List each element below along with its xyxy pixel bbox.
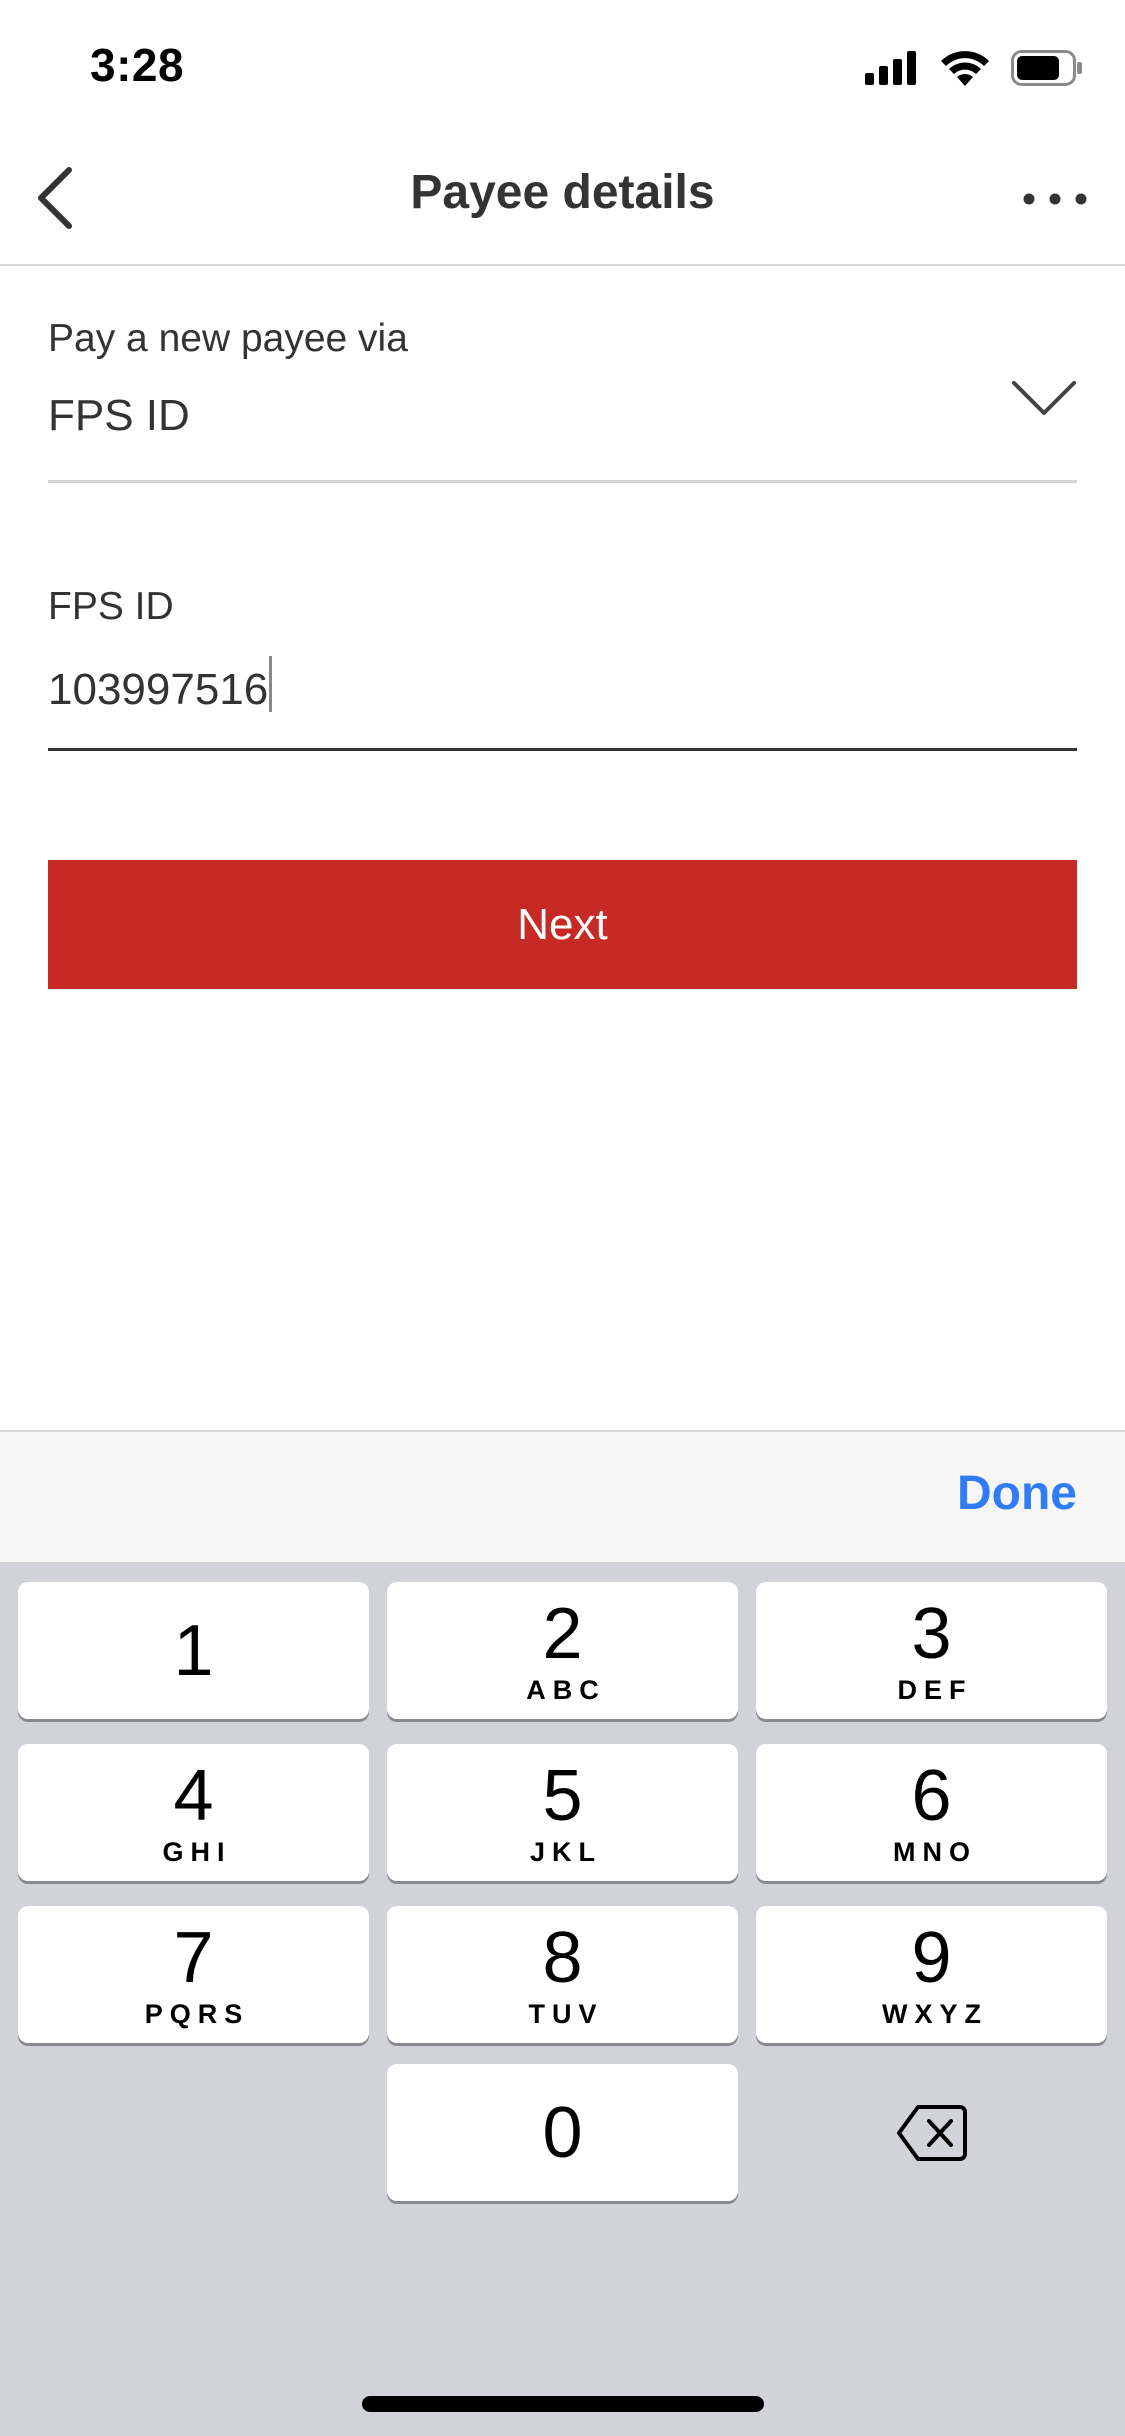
fps-id-label: FPS ID	[48, 585, 174, 628]
battery-icon	[1011, 50, 1082, 86]
key-digit: 0	[542, 2092, 583, 2173]
next-button[interactable]: Next	[48, 860, 1077, 989]
done-button[interactable]: Done	[957, 1466, 1077, 1521]
key-0[interactable]: 0	[387, 2064, 738, 2201]
key-digit: 8	[542, 1918, 583, 1998]
key-letters: TUV	[528, 1999, 604, 2029]
key-4[interactable]: 4 GHI	[18, 1744, 369, 1881]
backspace-icon	[896, 2104, 967, 2161]
key-letters: PQRS	[144, 1999, 250, 2029]
key-digit: 9	[911, 1918, 952, 1998]
chevron-down-icon	[1012, 381, 1076, 415]
key-letters: DEF	[897, 1675, 973, 1705]
key-7[interactable]: 7 PQRS	[18, 1906, 369, 2043]
more-options-button[interactable]	[1015, 174, 1095, 224]
key-2[interactable]: 2 ABC	[387, 1582, 738, 1719]
status-icons	[865, 48, 1083, 88]
page-title: Payee details	[410, 166, 715, 219]
key-5[interactable]: 5 JKL	[387, 1744, 738, 1881]
header-divider	[0, 264, 1125, 266]
key-9[interactable]: 9 WXYZ	[756, 1906, 1107, 2043]
text-caret	[269, 656, 273, 712]
key-digit: 2	[542, 1594, 583, 1674]
payment-method-label: Pay a new payee via	[48, 317, 408, 360]
key-letters: MNO	[893, 1837, 977, 1867]
input-underline	[48, 748, 1077, 751]
key-letters: WXYZ	[882, 1999, 988, 2029]
key-letters: ABC	[526, 1675, 606, 1705]
more-horizontal-icon	[1023, 193, 1087, 205]
key-8[interactable]: 8 TUV	[387, 1906, 738, 2043]
status-time: 3:28	[90, 39, 185, 91]
key-digit: 7	[173, 1918, 214, 1998]
key-digit: 4	[173, 1756, 214, 1836]
key-digit: 6	[911, 1756, 952, 1836]
key-letters: JKL	[529, 1837, 602, 1867]
key-6[interactable]: 6 MNO	[756, 1744, 1107, 1881]
backspace-key[interactable]	[756, 2064, 1107, 2201]
wifi-icon	[941, 51, 989, 86]
home-indicator[interactable]	[362, 2396, 764, 2412]
key-digit: 3	[911, 1594, 952, 1674]
key-digit: 1	[173, 1610, 214, 1691]
key-3[interactable]: 3 DEF	[756, 1582, 1107, 1719]
key-letters: GHI	[162, 1837, 232, 1867]
signal-icon	[865, 51, 916, 85]
fps-id-value: 103997516	[48, 665, 269, 714]
fps-id-input[interactable]: 103997516	[48, 656, 1077, 728]
key-1[interactable]: 1	[18, 1582, 369, 1719]
select-underline	[48, 480, 1077, 483]
key-digit: 5	[542, 1756, 583, 1836]
payment-method-value: FPS ID	[48, 391, 190, 440]
